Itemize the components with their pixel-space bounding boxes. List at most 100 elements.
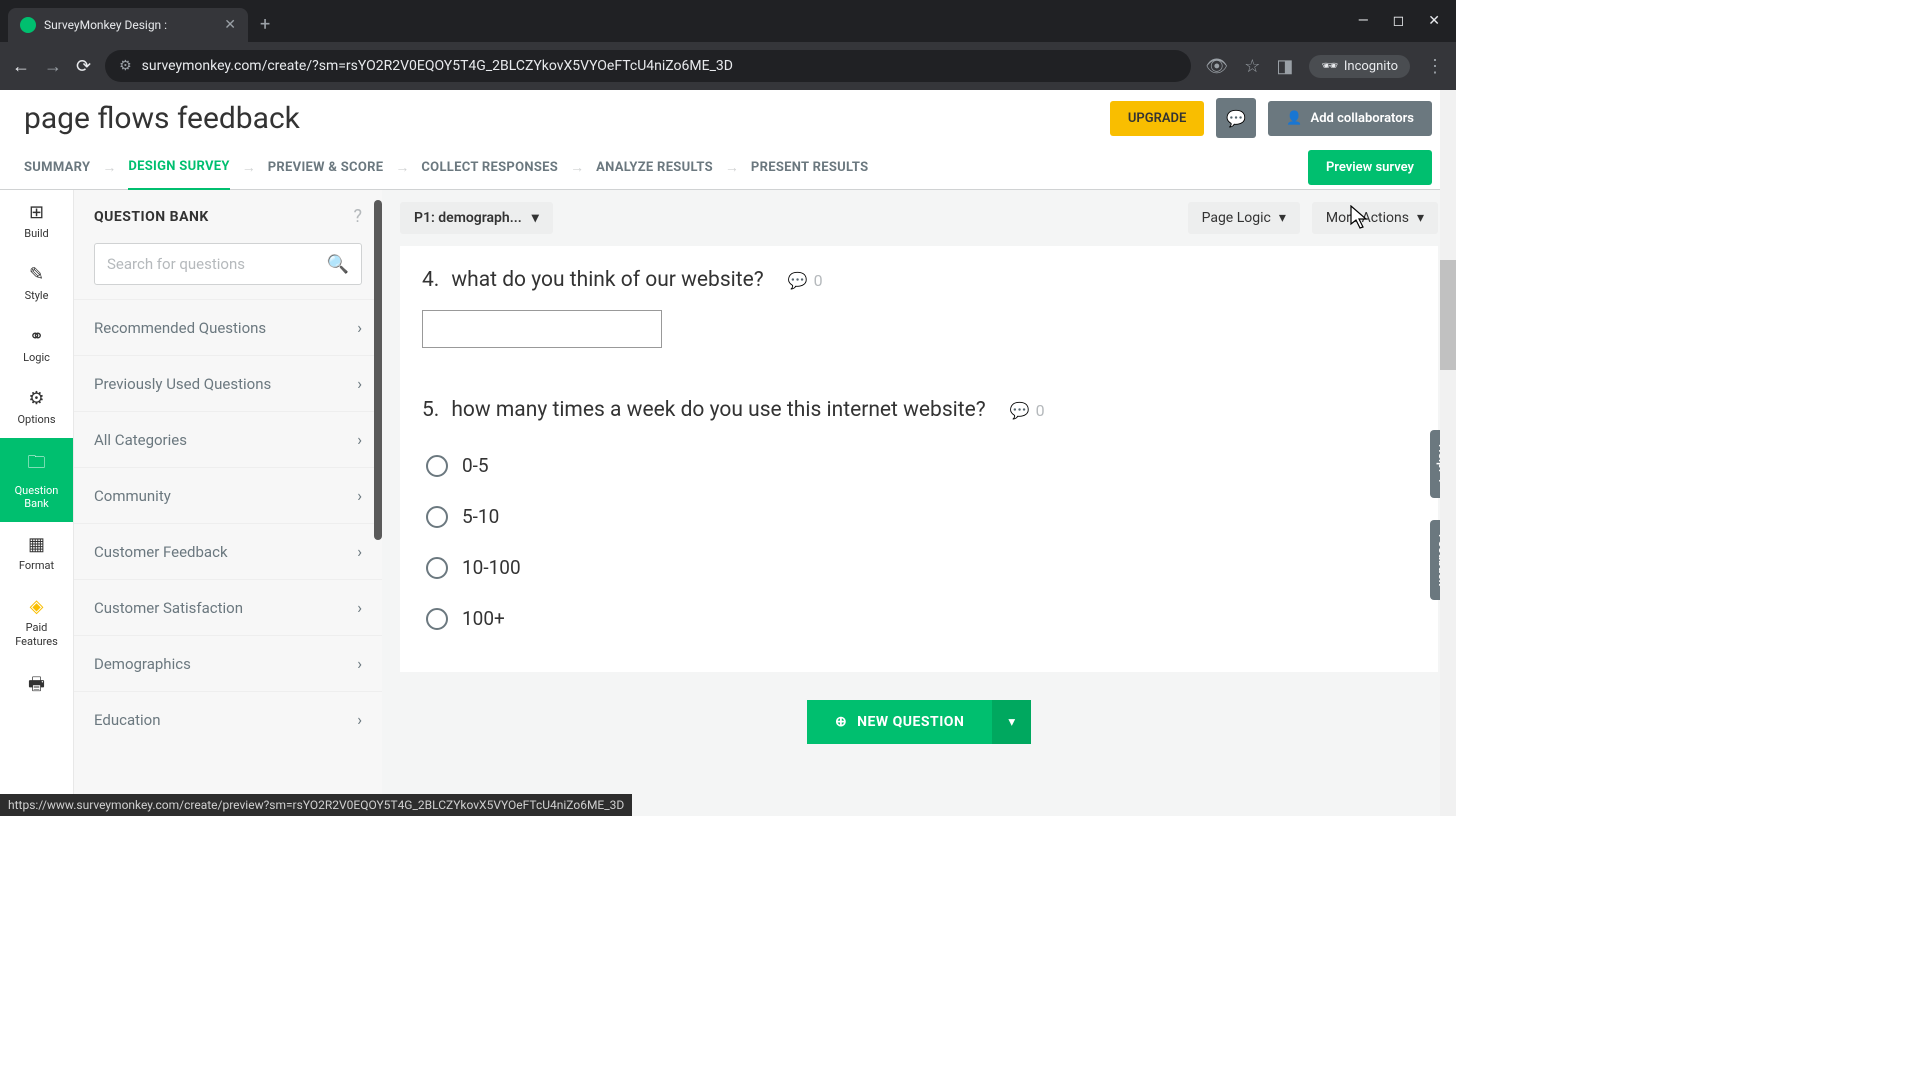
app-header: page flows feedback UPGRADE 💬 👤 Add coll… bbox=[0, 90, 1456, 146]
chevron-right-icon: › bbox=[357, 654, 362, 673]
page-selector[interactable]: P1: demograph... ▾ bbox=[400, 202, 553, 234]
format-icon: ▦ bbox=[28, 534, 45, 555]
rail-style[interactable]: ✎Style bbox=[0, 252, 73, 314]
visibility-off-icon[interactable]: 👁 bbox=[1205, 56, 1228, 77]
help-icon[interactable]: ? bbox=[353, 206, 362, 227]
comment-icon: 💬 bbox=[788, 271, 808, 290]
category-recommended[interactable]: Recommended Questions› bbox=[74, 299, 382, 355]
radio-option[interactable]: 5-10 bbox=[422, 491, 1416, 542]
new-question-button[interactable]: ⊕ NEW QUESTION bbox=[807, 700, 992, 744]
tab-title: SurveyMonkey Design : bbox=[44, 18, 216, 32]
plus-icon: ⊕ bbox=[835, 714, 847, 730]
page-scrollbar-thumb[interactable] bbox=[1440, 260, 1456, 370]
nav-tab-analyze[interactable]: ANALYZE RESULTS bbox=[596, 146, 713, 189]
canvas-toolbar: P1: demograph... ▾ Page Logic▾ More Acti… bbox=[382, 190, 1456, 246]
chevron-down-icon: ▾ bbox=[532, 210, 539, 226]
maximize-icon[interactable]: ◻ bbox=[1393, 13, 1405, 29]
survey-title[interactable]: page flows feedback bbox=[24, 101, 300, 136]
close-tab-icon[interactable]: ✕ bbox=[224, 17, 236, 33]
category-customer-satisfaction[interactable]: Customer Satisfaction› bbox=[74, 579, 382, 635]
rail-build[interactable]: ⊞Build bbox=[0, 190, 73, 252]
url-bar[interactable]: ⚙ surveymonkey.com/create/?sm=rsYO2R2V0E… bbox=[105, 50, 1191, 82]
add-collaborators-button[interactable]: 👤 Add collaborators bbox=[1268, 101, 1432, 136]
site-settings-icon[interactable]: ⚙ bbox=[119, 58, 132, 74]
rail-options[interactable]: ⚙Options bbox=[0, 376, 73, 438]
text-answer-field[interactable] bbox=[422, 310, 662, 348]
page-logic-dropdown[interactable]: Page Logic▾ bbox=[1188, 202, 1300, 234]
survey-canvas: P1: demograph... ▾ Page Logic▾ More Acti… bbox=[382, 190, 1456, 816]
nav-tabs: SUMMARY → DESIGN SURVEY → PREVIEW & SCOR… bbox=[0, 146, 1456, 190]
category-community[interactable]: Community› bbox=[74, 467, 382, 523]
category-demographics[interactable]: Demographics› bbox=[74, 635, 382, 691]
nav-tab-design[interactable]: DESIGN SURVEY bbox=[128, 145, 229, 191]
main-area: ⊞Build ✎Style ⚭Logic ⚙Options 🗀Question … bbox=[0, 190, 1456, 816]
rail-format[interactable]: ▦Format bbox=[0, 522, 73, 584]
new-question-dropdown[interactable]: ▾ bbox=[992, 700, 1031, 744]
comment-icon: 💬 bbox=[1010, 401, 1030, 420]
upgrade-button[interactable]: UPGRADE bbox=[1110, 101, 1204, 136]
radio-option[interactable]: 10-100 bbox=[422, 542, 1416, 593]
question-text: what do you think of our website? bbox=[451, 268, 763, 292]
status-bar: https://www.surveymonkey.com/create/prev… bbox=[0, 794, 632, 816]
side-panel-icon[interactable]: ◨ bbox=[1276, 56, 1293, 77]
rail-print[interactable]: 🖶 bbox=[0, 660, 73, 714]
new-tab-button[interactable]: + bbox=[260, 14, 270, 35]
rail-logic[interactable]: ⚭Logic bbox=[0, 314, 73, 376]
arrow-icon: → bbox=[570, 159, 584, 176]
question-number: 4. bbox=[422, 268, 439, 292]
rail-question-bank[interactable]: 🗀Question Bank bbox=[0, 438, 73, 522]
arrow-icon: → bbox=[395, 159, 409, 176]
preview-survey-button[interactable]: Preview survey bbox=[1308, 150, 1432, 185]
comments-count[interactable]: 💬0 bbox=[1010, 401, 1045, 420]
arrow-icon: → bbox=[242, 159, 256, 176]
forward-icon[interactable]: → bbox=[44, 56, 62, 77]
question-4[interactable]: 4. what do you think of our website? 💬0 bbox=[400, 246, 1438, 376]
print-icon: 🖶 bbox=[28, 672, 45, 702]
category-education[interactable]: Education› bbox=[74, 691, 382, 747]
browser-toolbar: ← → ⟳ ⚙ surveymonkey.com/create/?sm=rsYO… bbox=[0, 42, 1456, 90]
reload-icon[interactable]: ⟳ bbox=[76, 56, 91, 77]
search-input[interactable] bbox=[107, 255, 327, 273]
more-actions-dropdown[interactable]: More Actions▾ bbox=[1312, 202, 1438, 234]
radio-option[interactable]: 0-5 bbox=[422, 440, 1416, 491]
sidebar-scrollbar[interactable] bbox=[374, 200, 382, 540]
browser-tab[interactable]: SurveyMonkey Design : ✕ bbox=[8, 8, 248, 42]
page-scrollbar-track[interactable] bbox=[1440, 90, 1456, 816]
search-icon[interactable]: 🔍 bbox=[327, 254, 349, 275]
chat-icon: 💬 bbox=[1226, 109, 1246, 128]
bookmark-icon[interactable]: ☆ bbox=[1244, 56, 1260, 77]
chat-icon-button[interactable]: 💬 bbox=[1216, 98, 1256, 138]
chevron-down-icon: ▾ bbox=[1417, 210, 1424, 226]
radio-icon bbox=[426, 608, 448, 630]
radio-icon bbox=[426, 506, 448, 528]
build-icon: ⊞ bbox=[29, 202, 44, 223]
paid-icon: ◈ bbox=[30, 596, 44, 617]
category-previously-used[interactable]: Previously Used Questions› bbox=[74, 355, 382, 411]
rail-paid-features[interactable]: ◈Paid Features bbox=[0, 584, 73, 659]
options-icon: ⚙ bbox=[28, 388, 44, 409]
close-window-icon[interactable]: ✕ bbox=[1428, 13, 1440, 29]
search-box[interactable]: 🔍 bbox=[94, 243, 362, 285]
question-5[interactable]: 5. how many times a week do you use this… bbox=[400, 376, 1438, 672]
chevron-right-icon: › bbox=[357, 710, 362, 729]
chevron-down-icon: ▾ bbox=[1279, 210, 1286, 226]
incognito-badge[interactable]: 🕶 Incognito bbox=[1309, 55, 1410, 78]
url-text: surveymonkey.com/create/?sm=rsYO2R2V0EQO… bbox=[142, 58, 733, 74]
question-number: 5. bbox=[422, 398, 439, 422]
chevron-down-icon: ▾ bbox=[1008, 715, 1015, 730]
menu-icon[interactable]: ⋮ bbox=[1426, 56, 1444, 77]
browser-tab-strip: SurveyMonkey Design : ✕ + — ◻ ✕ bbox=[0, 0, 1456, 42]
minimize-icon[interactable]: — bbox=[1358, 13, 1369, 29]
arrow-icon: → bbox=[725, 159, 739, 176]
radio-option[interactable]: 100+ bbox=[422, 593, 1416, 644]
window-controls: — ◻ ✕ bbox=[1358, 13, 1456, 29]
nav-tab-summary[interactable]: SUMMARY bbox=[24, 146, 90, 189]
category-customer-feedback[interactable]: Customer Feedback› bbox=[74, 523, 382, 579]
category-all[interactable]: All Categories› bbox=[74, 411, 382, 467]
nav-tab-collect[interactable]: COLLECT RESPONSES bbox=[421, 146, 558, 189]
nav-tab-present[interactable]: PRESENT RESULTS bbox=[751, 146, 869, 189]
nav-tab-preview[interactable]: PREVIEW & SCORE bbox=[268, 146, 384, 189]
back-icon[interactable]: ← bbox=[12, 56, 30, 77]
comments-count[interactable]: 💬0 bbox=[788, 271, 823, 290]
arrow-icon: → bbox=[102, 159, 116, 176]
